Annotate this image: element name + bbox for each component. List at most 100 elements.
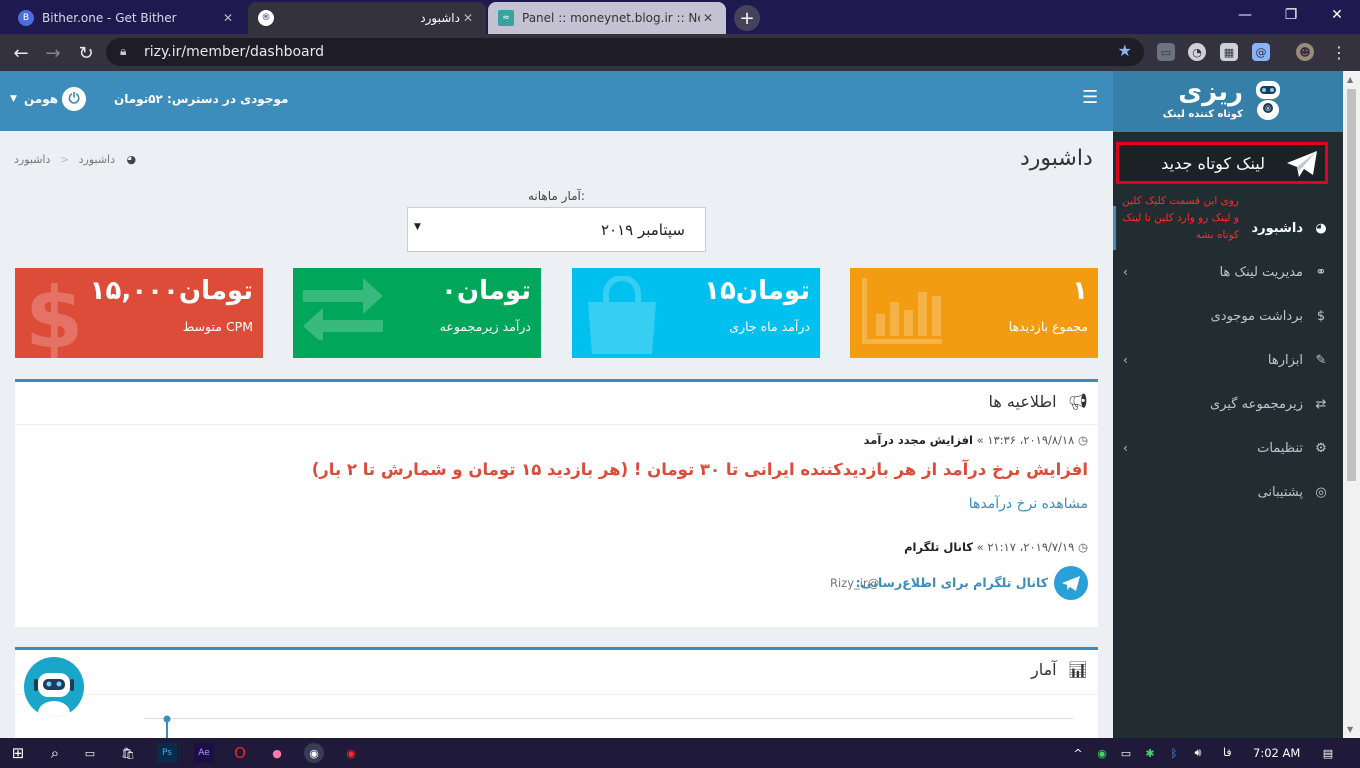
balance-text: موجودی در دسترس: ۵۲تومان: [114, 92, 289, 106]
volume-icon[interactable]: 🔊︎: [1188, 743, 1208, 763]
sidebar-item-link-management[interactable]: ‹ ⚭ مدیریت لینک ها: [1113, 250, 1343, 294]
reload-icon[interactable]: ↻: [73, 40, 99, 66]
power-icon[interactable]: ⏻: [62, 87, 86, 111]
chrome-menu-icon[interactable]: ⋮: [1330, 43, 1348, 62]
after-effects-icon[interactable]: Ae: [194, 743, 214, 763]
support-chat-widget[interactable]: [24, 657, 84, 717]
tray-app-icon[interactable]: ◉: [1092, 743, 1112, 763]
maximize-button[interactable]: ❐: [1268, 0, 1314, 30]
stat-box-referral-income: ۰تومان درآمد زیرمجموعه: [293, 268, 541, 358]
minimize-button[interactable]: —: [1222, 0, 1268, 30]
sidebar: ریزی کوتاه کننده لینک ® لینک کوتاه جدید …: [1113, 71, 1343, 738]
chrome-icon[interactable]: ◉: [304, 743, 324, 763]
hamburger-menu-icon[interactable]: ☰: [1082, 87, 1098, 108]
scrollbar-thumb[interactable]: [1347, 89, 1356, 481]
bar-chart-icon: [862, 278, 942, 344]
windows-start-icon[interactable]: ⊞: [8, 743, 28, 763]
stat-label: درآمد ماه جاری: [729, 319, 810, 334]
speed-dial-icon[interactable]: ◔: [1188, 43, 1206, 61]
stats-panel: آمار 📊︎: [15, 647, 1098, 744]
telegram-handle-link[interactable]: Rizy_ir@: [830, 576, 879, 590]
sidebar-item-referrals[interactable]: ⇄ زیرمجموعه گیری: [1113, 382, 1343, 426]
at-sign-icon[interactable]: @: [1252, 43, 1270, 61]
sidebar-item-settings[interactable]: ‹ ⚙ تنظیمات: [1113, 426, 1343, 470]
notification-icon[interactable]: ▤: [1318, 743, 1338, 763]
close-tab-icon[interactable]: ✕: [460, 11, 476, 25]
stat-value: ۱: [1072, 276, 1088, 306]
dropdown-arrow-icon: ▼: [414, 222, 421, 232]
close-window-button[interactable]: ✕: [1314, 0, 1360, 30]
robot-chat-icon: [34, 673, 74, 717]
language-indicator[interactable]: فا: [1223, 746, 1232, 759]
tray-chevron-up-icon[interactable]: ^: [1068, 743, 1088, 763]
profile-avatar[interactable]: ☻: [1296, 43, 1314, 61]
stat-label: متوسط CPM: [182, 319, 253, 334]
month-select[interactable]: سپتامبر ۲۰۱۹ ▼: [407, 207, 706, 252]
close-tab-icon[interactable]: ✕: [220, 11, 236, 25]
browser-tab-dashboard[interactable]: ® داشبورد ✕: [248, 2, 486, 34]
brand-tagline: کوتاه کننده لینک: [1162, 109, 1243, 120]
blog-favicon-icon: ≈: [498, 10, 514, 26]
opera-icon[interactable]: O: [230, 743, 250, 763]
dollar-icon: $: [1316, 308, 1326, 324]
brand-name: ریزی: [1178, 77, 1243, 107]
tab-title: Bither.one - Get Bither: [42, 11, 177, 25]
top-header: ☰ موجودی در دسترس: ۵۲تومان ⏻ هومن ▼: [0, 71, 1113, 131]
photoshop-icon[interactable]: Ps: [157, 743, 177, 763]
store-icon[interactable]: 🛍︎: [118, 743, 138, 763]
network-icon[interactable]: ▭: [1116, 743, 1136, 763]
clock-icon: ◷: [1077, 540, 1088, 554]
new-short-link-button[interactable]: لینک کوتاه جدید: [1116, 142, 1328, 184]
browser-tab-moneynet[interactable]: ≈ Panel :: moneynet.blog.ir :: New P ✕: [488, 2, 726, 34]
bluetooth-icon[interactable]: ᛒ: [1164, 743, 1184, 763]
megaphone-icon: 📢︎: [1067, 392, 1088, 411]
address-bar[interactable]: 🔒︎ rizy.ir/member/dashboard ★: [106, 38, 1144, 66]
app-icon[interactable]: ●: [267, 743, 287, 763]
clock-icon: ◷: [1077, 433, 1088, 447]
chevron-left-icon: ‹: [1123, 265, 1128, 279]
tray-gear-icon[interactable]: ✱: [1140, 743, 1160, 763]
search-icon[interactable]: ⌕: [45, 743, 65, 763]
user-menu-name[interactable]: هومن: [24, 92, 58, 106]
qr-code-icon[interactable]: ▦: [1220, 43, 1238, 61]
rizy-favicon-icon: ®: [258, 10, 274, 26]
stat-value: ۰تومان: [441, 276, 531, 306]
page-scrollbar[interactable]: ▲ ▼: [1343, 71, 1360, 738]
sidebar-item-dashboard[interactable]: ◕ داشبورد: [1113, 206, 1343, 250]
monthly-stats-label: آمار ماهانه:: [528, 189, 585, 203]
sidebar-item-withdraw[interactable]: $ برداشت موجودی: [1113, 294, 1343, 338]
announcement-date: ۲۰۱۹/۷/۱۹، ۲۱:۱۷: [987, 540, 1075, 554]
scroll-down-icon[interactable]: ▼: [1347, 725, 1353, 734]
stat-box-average-cpm: $ ۱۵,۰۰۰تومان متوسط CPM: [15, 268, 263, 358]
chevron-left-icon: ‹: [1123, 441, 1128, 455]
sidebar-item-support[interactable]: ◎ پشتیبانی: [1113, 470, 1343, 514]
wrench-icon: ✎: [1315, 352, 1327, 368]
clock-text[interactable]: 7:02 AM: [1253, 746, 1300, 760]
browser-tab-bither[interactable]: B Bither.one - Get Bither ✕: [8, 2, 246, 34]
stat-label: مجموع بازدیدها: [1008, 319, 1088, 334]
sidebar-item-label: داشبورد: [1251, 220, 1303, 236]
stat-value: ۱۵,۰۰۰تومان: [89, 276, 253, 306]
lifebuoy-icon: ◎: [1315, 484, 1327, 500]
task-view-icon[interactable]: ▭: [80, 743, 100, 763]
sidebar-item-tools[interactable]: ‹ ✎ ابزارها: [1113, 338, 1343, 382]
breadcrumb-dashboard-link[interactable]: داشبورد: [14, 153, 50, 166]
recorder-icon[interactable]: ◉: [341, 743, 361, 763]
page-title: داشبورد: [1020, 146, 1093, 171]
robot-logo-icon: ®: [1256, 81, 1280, 120]
extension-icon[interactable]: ▭: [1157, 43, 1175, 61]
new-tab-button[interactable]: +: [734, 5, 760, 31]
announcement-title: کانال تلگرام: [904, 540, 973, 554]
back-arrow-icon[interactable]: ←: [8, 40, 34, 66]
bookmark-star-icon[interactable]: ★: [1118, 41, 1132, 60]
dollar-icon: $: [25, 269, 84, 358]
panel-title: آمار: [1030, 660, 1057, 679]
exchange-icon: ⇄: [1315, 396, 1327, 412]
forward-arrow-icon[interactable]: →: [40, 40, 66, 66]
view-income-rates-link[interactable]: مشاهده نرخ درآمدها: [969, 496, 1088, 512]
close-tab-icon[interactable]: ✕: [700, 11, 716, 25]
scroll-up-icon[interactable]: ▲: [1347, 75, 1353, 84]
logo[interactable]: ریزی کوتاه کننده لینک ®: [1113, 71, 1343, 132]
caret-down-icon[interactable]: ▼: [10, 94, 17, 104]
sidebar-item-label: مدیریت لینک ها: [1219, 264, 1303, 280]
